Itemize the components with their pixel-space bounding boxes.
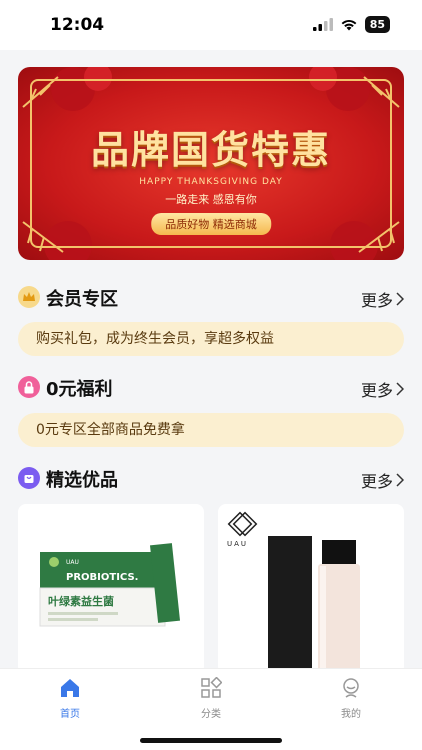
banner-pill: 品质好物 精选商城 [151, 213, 271, 235]
svg-text:UAU: UAU [227, 540, 248, 548]
banner-english-line: HAPPY THANKSGIVING DAY [139, 177, 283, 187]
probiotics-box-image: UAU PROBIOTICS. 叶绿素益生菌 [39, 543, 181, 627]
picks-section-header: 精选优品 更多 [18, 463, 404, 493]
crown-icon [18, 286, 40, 308]
cosmetics-bottle-image: UAU [227, 511, 360, 674]
home-icon [61, 679, 79, 697]
chevron-right-icon [396, 382, 404, 396]
vip-more-link[interactable]: 更多 [361, 287, 404, 311]
vip-section-header: 会员专区 更多 [18, 282, 404, 312]
signal-icon [312, 18, 333, 31]
picks-more-label: 更多 [360, 472, 393, 491]
tab-category-label: 分类 [201, 709, 221, 720]
free-section-header: 0元福利 更多 [18, 372, 404, 402]
tab-home-label: 首页 [60, 709, 80, 720]
tab-home[interactable]: 首页 [40, 677, 100, 720]
vip-more-label: 更多 [360, 291, 393, 310]
status-icons: 85 [312, 16, 390, 33]
promo-banner[interactable]: 品牌国货特惠 HAPPY THANKSGIVING DAY 一路走来 感恩有你 … [18, 67, 404, 260]
user-icon [343, 678, 359, 698]
gift-lock-icon [18, 376, 40, 398]
banner-subtitle: 一路走来 感恩有你 [165, 193, 257, 206]
free-more-label: 更多 [360, 381, 393, 400]
product-card[interactable]: UAU PROBIOTICS. 叶绿素益生菌 [18, 504, 204, 674]
chevron-right-icon [396, 292, 404, 306]
svg-text:UAU: UAU [66, 559, 79, 566]
product-card[interactable]: UAU [218, 504, 404, 674]
svg-text:叶绿素益生菌: 叶绿素益生菌 [48, 594, 114, 608]
shopping-bag-icon [18, 467, 40, 489]
tab-category[interactable]: 分类 [181, 676, 241, 720]
picks-more-link[interactable]: 更多 [361, 468, 404, 492]
free-section-title: 0元福利 [46, 379, 113, 400]
home-page: 品牌国货特惠 HAPPY THANKSGIVING DAY 一路走来 感恩有你 … [0, 50, 422, 674]
free-more-link[interactable]: 更多 [361, 377, 404, 401]
status-bar: 12:04 85 [0, 0, 422, 50]
picks-section-title: 精选优品 [46, 470, 118, 491]
vip-section-title: 会员专区 [46, 289, 118, 310]
wifi-icon [341, 19, 357, 31]
home-indicator [140, 738, 282, 743]
battery-indicator: 85 [364, 16, 390, 33]
status-time: 12:04 [50, 15, 105, 35]
svg-text:PROBIOTICS.: PROBIOTICS. [66, 572, 138, 583]
tab-profile[interactable]: 我的 [321, 677, 381, 720]
banner-title: 品牌国货特惠 [90, 128, 331, 172]
chevron-right-icon [396, 473, 404, 487]
tab-profile-label: 我的 [341, 709, 361, 720]
vip-info-bar[interactable]: 购买礼包，成为终生会员，享超多权益 [18, 322, 404, 356]
grid-icon [201, 676, 223, 698]
free-info-bar[interactable]: 0元专区全部商品免费拿 [18, 413, 404, 447]
